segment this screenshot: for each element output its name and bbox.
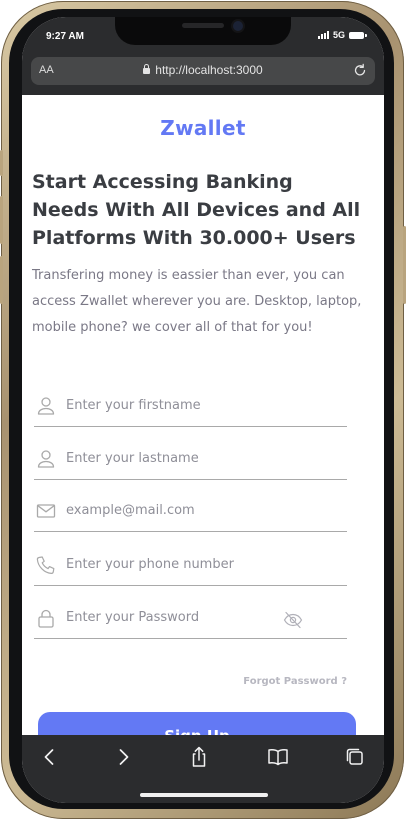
signup-page: Zwallet Start Accessing Banking Needs Wi…: [22, 95, 384, 764]
phone-screen: 9:27 AM 5G AA http://localhost:3000 Zwal…: [22, 17, 384, 803]
phone-icon: [36, 556, 55, 575]
phone-input[interactable]: [66, 557, 296, 572]
side-button-volume-down: [0, 256, 3, 304]
url-bar[interactable]: AA http://localhost:3000: [31, 57, 375, 85]
status-time: 9:27 AM: [46, 31, 84, 42]
password-input[interactable]: [66, 610, 246, 625]
brand-logo: Zwallet: [160, 116, 246, 140]
firstname-input[interactable]: [66, 398, 296, 413]
lastname-field: [34, 445, 347, 480]
browser-top-bar: 9:27 AM 5G AA http://localhost:3000: [22, 17, 384, 95]
side-button-mute: [0, 150, 3, 176]
password-field: [34, 604, 347, 639]
url-display[interactable]: http://localhost:3000: [31, 63, 375, 77]
share-icon[interactable]: [187, 745, 211, 769]
firstname-field: [34, 392, 347, 427]
mail-icon: [36, 504, 56, 518]
speaker: [182, 23, 224, 28]
forgot-password-link[interactable]: Forgot Password ?: [243, 676, 347, 687]
home-indicator[interactable]: [140, 793, 268, 797]
notch: [115, 17, 291, 45]
lock-icon: [143, 64, 151, 74]
email-input[interactable]: [66, 503, 296, 518]
reload-icon[interactable]: [352, 62, 368, 78]
back-icon[interactable]: [38, 745, 62, 769]
url-text: http://localhost:3000: [155, 63, 263, 77]
tabs-icon[interactable]: [343, 745, 367, 769]
lock-icon: [38, 609, 54, 628]
signal-icon: [317, 31, 329, 39]
network-label: 5G: [332, 30, 345, 40]
page-description: Transfering money is eassier than ever, …: [32, 268, 362, 335]
forward-icon[interactable]: [111, 745, 135, 769]
user-icon: [37, 450, 55, 468]
lastname-input[interactable]: [66, 451, 296, 466]
page-headline: Start Accessing Banking Needs With All D…: [32, 171, 361, 249]
email-field: [34, 497, 347, 532]
side-button-volume-up: [0, 196, 3, 244]
bookmarks-icon[interactable]: [266, 745, 290, 769]
battery-icon: [349, 31, 367, 39]
eye-off-icon[interactable]: [283, 611, 303, 629]
user-icon: [37, 397, 55, 415]
status-indicators: 5G: [317, 30, 367, 40]
front-camera: [233, 21, 243, 31]
browser-toolbar: [22, 735, 384, 803]
phone-field: [34, 551, 347, 586]
